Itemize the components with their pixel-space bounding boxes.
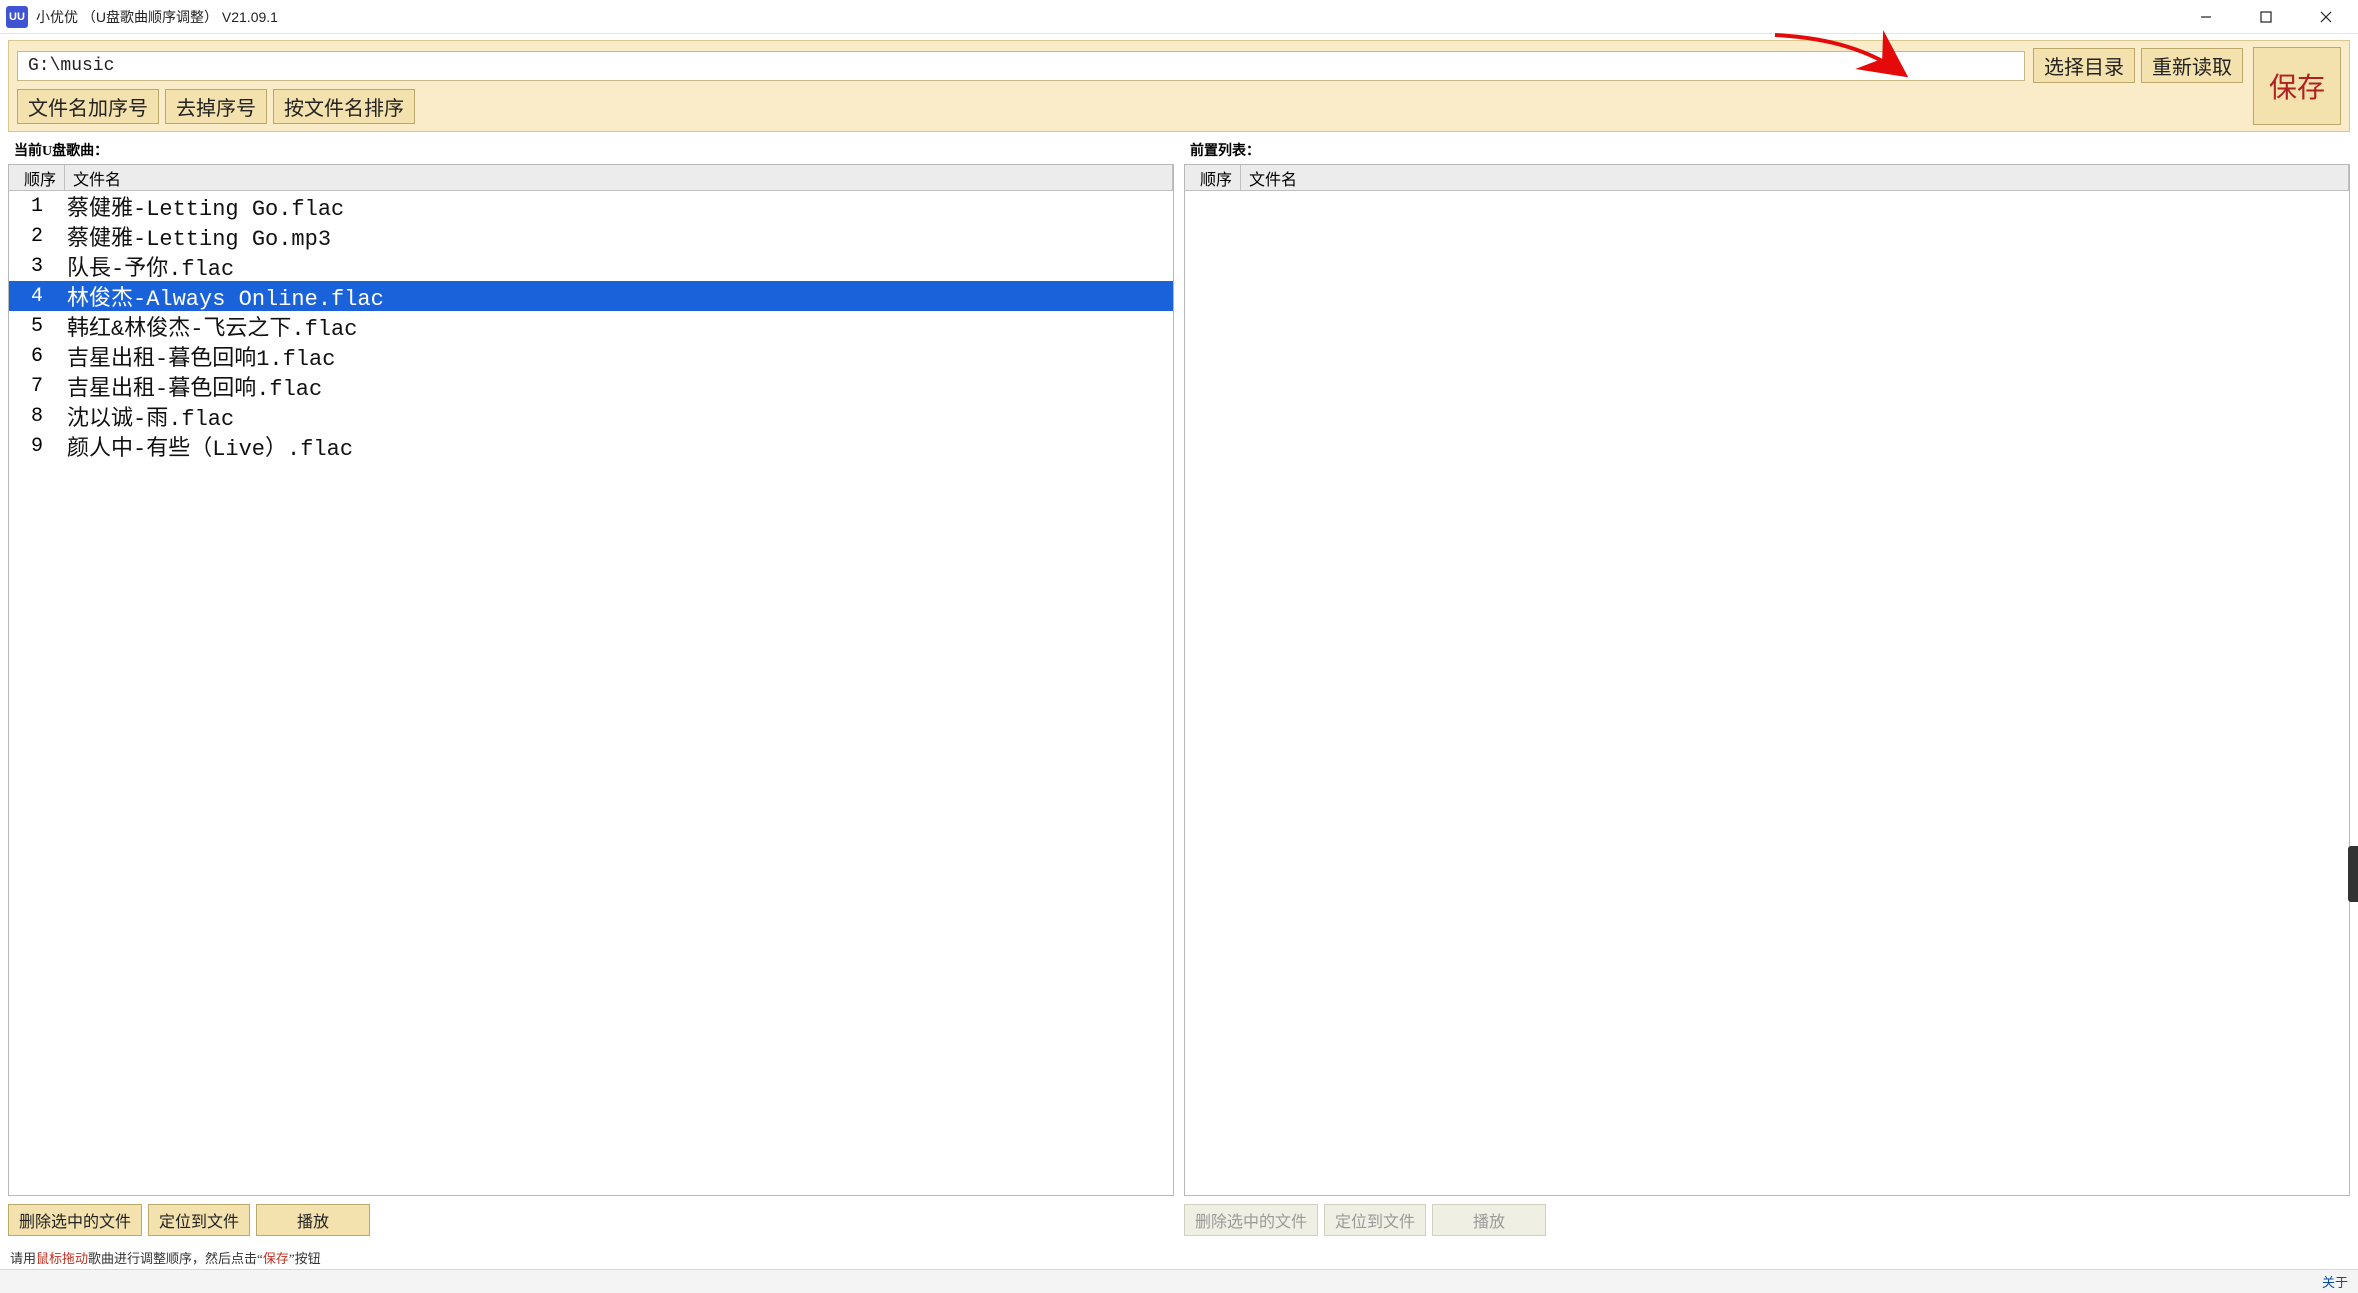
row-filename: 林俊杰-Always Online.flac (65, 280, 1173, 312)
row-filename: 沈以诚-雨.flac (65, 400, 1173, 432)
row-order: 3 (9, 255, 65, 278)
table-row[interactable]: 5韩红&林俊杰-飞云之下.flac (9, 311, 1173, 341)
front-list[interactable]: 顺序 文件名 (1184, 164, 2350, 1196)
left-list-header: 顺序 文件名 (9, 165, 1173, 191)
row-order: 5 (9, 315, 65, 338)
window-close-button[interactable] (2296, 1, 2356, 33)
right-list-title: 前置列表： (1184, 136, 2350, 164)
row-order: 4 (9, 285, 65, 308)
column-order[interactable]: 顺序 (1185, 165, 1241, 190)
row-filename: 吉星出租-暮色回响1.flac (65, 340, 1173, 372)
select-directory-button[interactable]: 选择目录 (2033, 48, 2135, 83)
left-play-button[interactable]: 播放 (256, 1204, 370, 1236)
right-delete-selected-button[interactable]: 删除选中的文件 (1184, 1204, 1318, 1236)
save-button[interactable]: 保存 (2253, 47, 2341, 125)
current-songs-list[interactable]: 顺序 文件名 1蔡健雅-Letting Go.flac2蔡健雅-Letting … (8, 164, 1174, 1196)
table-row[interactable]: 2蔡健雅-Letting Go.mp3 (9, 221, 1173, 251)
row-filename: 颜人中-有些（Live）.flac (65, 430, 1173, 462)
sort-by-filename-button[interactable]: 按文件名排序 (273, 89, 415, 124)
column-filename[interactable]: 文件名 (1241, 165, 2349, 190)
directory-path-input[interactable] (17, 51, 2025, 81)
right-play-button[interactable]: 播放 (1432, 1204, 1546, 1236)
window-title: 小优优 （U盘歌曲顺序调整） V21.09.1 (36, 7, 278, 27)
reload-button[interactable]: 重新读取 (2141, 48, 2243, 83)
row-order: 8 (9, 405, 65, 428)
about-link[interactable]: 关于 (2322, 1272, 2348, 1291)
row-order: 6 (9, 345, 65, 368)
table-row[interactable]: 8沈以诚-雨.flac (9, 401, 1173, 431)
window-titlebar: UU 小优优 （U盘歌曲顺序调整） V21.09.1 (0, 0, 2358, 34)
row-filename: 队長-予你.flac (65, 250, 1173, 282)
right-list-header: 顺序 文件名 (1185, 165, 2349, 191)
add-sequence-number-button[interactable]: 文件名加序号 (17, 89, 159, 124)
row-order: 9 (9, 435, 65, 458)
remove-sequence-number-button[interactable]: 去掉序号 (165, 89, 267, 124)
row-filename: 蔡健雅-Letting Go.mp3 (65, 220, 1173, 252)
column-order[interactable]: 顺序 (9, 165, 65, 190)
right-locate-file-button[interactable]: 定位到文件 (1324, 1204, 1426, 1236)
column-filename[interactable]: 文件名 (65, 165, 1173, 190)
table-row[interactable]: 4林俊杰-Always Online.flac (9, 281, 1173, 311)
left-delete-selected-button[interactable]: 删除选中的文件 (8, 1204, 142, 1236)
app-icon: UU (6, 6, 28, 28)
table-row[interactable]: 9颜人中-有些（Live）.flac (9, 431, 1173, 461)
row-filename: 蔡健雅-Letting Go.flac (65, 191, 1173, 222)
left-list-title: 当前U盘歌曲： (8, 136, 1174, 164)
row-filename: 韩红&林俊杰-飞云之下.flac (65, 310, 1173, 342)
window-maximize-button[interactable] (2236, 1, 2296, 33)
table-row[interactable]: 6吉星出租-暮色回响1.flac (9, 341, 1173, 371)
toolbar: 选择目录 重新读取 文件名加序号 去掉序号 按文件名排序 保存 (8, 40, 2350, 132)
row-filename: 吉星出租-暮色回响.flac (65, 370, 1173, 402)
window-minimize-button[interactable] (2176, 1, 2236, 33)
table-row[interactable]: 7吉星出租-暮色回响.flac (9, 371, 1173, 401)
row-order: 2 (9, 225, 65, 248)
table-row[interactable]: 1蔡健雅-Letting Go.flac (9, 191, 1173, 221)
table-row[interactable]: 3队長-予你.flac (9, 251, 1173, 281)
row-order: 7 (9, 375, 65, 398)
status-bar: 关于 (0, 1269, 2358, 1293)
hint-text: 请用鼠标拖动歌曲进行调整顺序，然后点击“保存”按钮 (0, 1244, 2358, 1269)
right-edge-tab[interactable] (2348, 846, 2358, 902)
row-order: 1 (9, 195, 65, 218)
left-locate-file-button[interactable]: 定位到文件 (148, 1204, 250, 1236)
